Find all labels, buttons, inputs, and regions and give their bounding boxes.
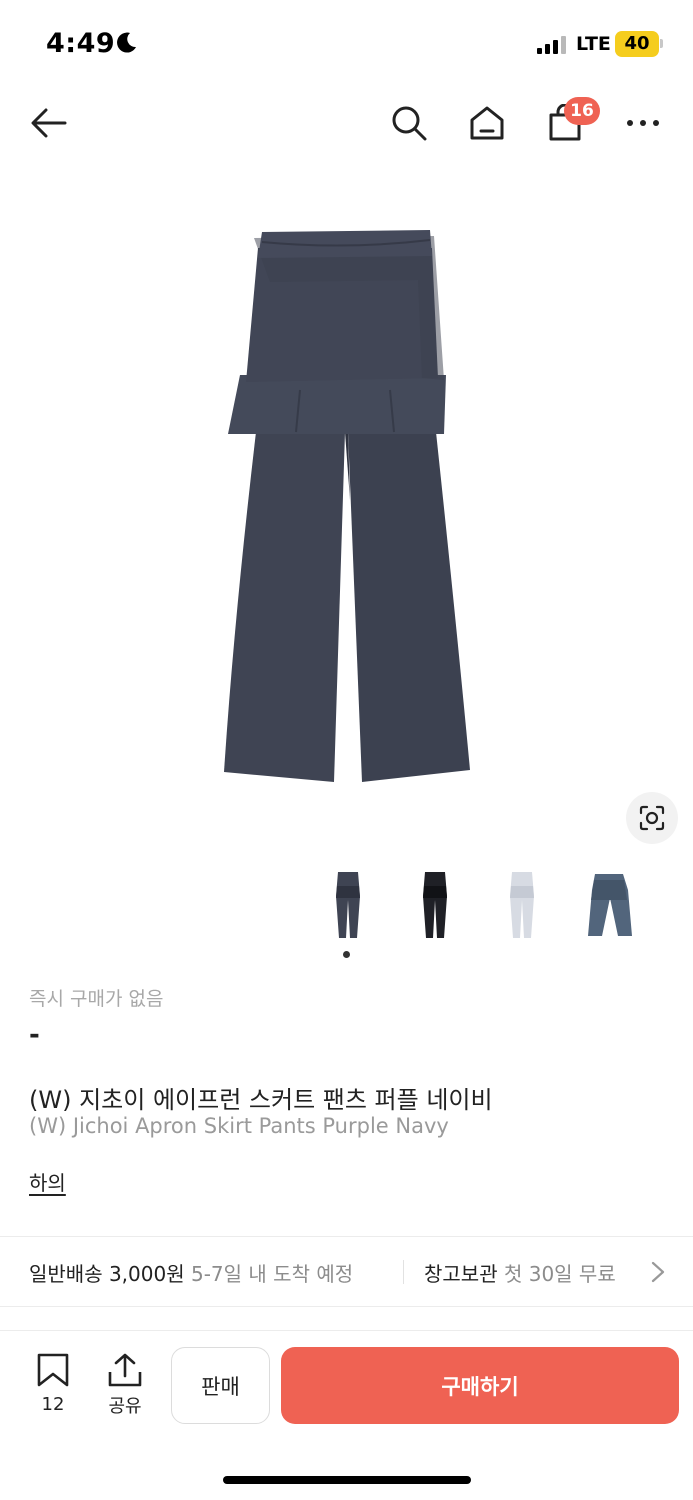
thumbnail-black[interactable]: [391, 862, 478, 948]
signal-icon: [537, 36, 566, 54]
delivery-type: 일반배송 3,000원: [29, 1262, 185, 1286]
buy-button[interactable]: 구매하기: [281, 1347, 679, 1424]
more-dots-icon: [627, 120, 659, 126]
bookmark-icon: [37, 1353, 69, 1387]
chevron-right-icon: [651, 1261, 665, 1283]
thumbnail-strip: [304, 862, 652, 948]
battery-cap: [660, 39, 663, 48]
more-button[interactable]: [620, 90, 666, 156]
home-icon: [470, 106, 504, 140]
image-search-button[interactable]: [626, 792, 678, 844]
pants-navy-thumbnail: [335, 872, 360, 938]
delivery-eta: 5-7일 내 도착 예정: [190, 1262, 354, 1286]
storage-detail: 첫 30일 무료: [503, 1262, 616, 1286]
storage-info: 창고보관 첫 30일 무료: [424, 1258, 616, 1287]
status-bar: 4:49 LTE 40: [0, 0, 693, 88]
share-button[interactable]: 공유: [100, 1352, 150, 1422]
bookmark-count: 12: [41, 1394, 65, 1415]
search-icon: [392, 106, 427, 141]
moon-icon: [117, 32, 136, 53]
product-title-english: (W) Jichoi Apron Skirt Pants Purple Navy: [29, 1114, 449, 1138]
share-icon: [108, 1353, 142, 1387]
pants-light-gray-thumbnail: [509, 872, 534, 938]
instant-buy-price: -: [29, 1020, 40, 1050]
bookmark-button[interactable]: 12: [28, 1352, 78, 1422]
pants-black-thumbnail: [422, 872, 447, 938]
status-time: 4:49: [46, 28, 116, 59]
home-button[interactable]: [462, 90, 512, 156]
thumbnail-blue-gray[interactable]: [565, 862, 652, 948]
thumbnail-indicator-dot: [343, 951, 350, 958]
sell-button[interactable]: 판매: [171, 1347, 270, 1424]
product-image[interactable]: [0, 170, 693, 860]
thumbnail-navy[interactable]: [304, 862, 391, 948]
divider: [0, 1306, 693, 1307]
share-label: 공유: [108, 1396, 142, 1417]
search-button[interactable]: [384, 90, 434, 156]
pants-blue-gray-thumbnail: [587, 874, 632, 936]
cart-count-badge: 16: [564, 97, 600, 125]
instant-buy-label: 즉시 구매가 없음: [29, 988, 164, 1010]
delivery-info: 일반배송 3,000원 5-7일 내 도착 예정: [29, 1258, 353, 1287]
battery-icon: 40: [615, 31, 659, 57]
back-button[interactable]: [22, 90, 76, 156]
network-label: LTE: [576, 33, 611, 55]
divider: [0, 1236, 693, 1237]
home-indicator[interactable]: [223, 1476, 471, 1484]
category-link[interactable]: 하의: [29, 1167, 66, 1196]
apron-skirt-pants-image: [224, 230, 470, 782]
delivery-row[interactable]: 일반배송 3,000원 5-7일 내 도착 예정 창고보관 첫 30일 무료: [0, 1238, 693, 1306]
storage-label: 창고보관: [424, 1262, 498, 1286]
lens-icon: [639, 805, 665, 831]
delivery-separator: [403, 1260, 404, 1284]
divider: [0, 1330, 693, 1331]
thumbnail-light-gray[interactable]: [478, 862, 565, 948]
product-title-korean: (W) 지초이 에이프런 스커트 팬츠 퍼플 네이비: [29, 1086, 493, 1114]
arrow-left-icon: [31, 108, 67, 138]
